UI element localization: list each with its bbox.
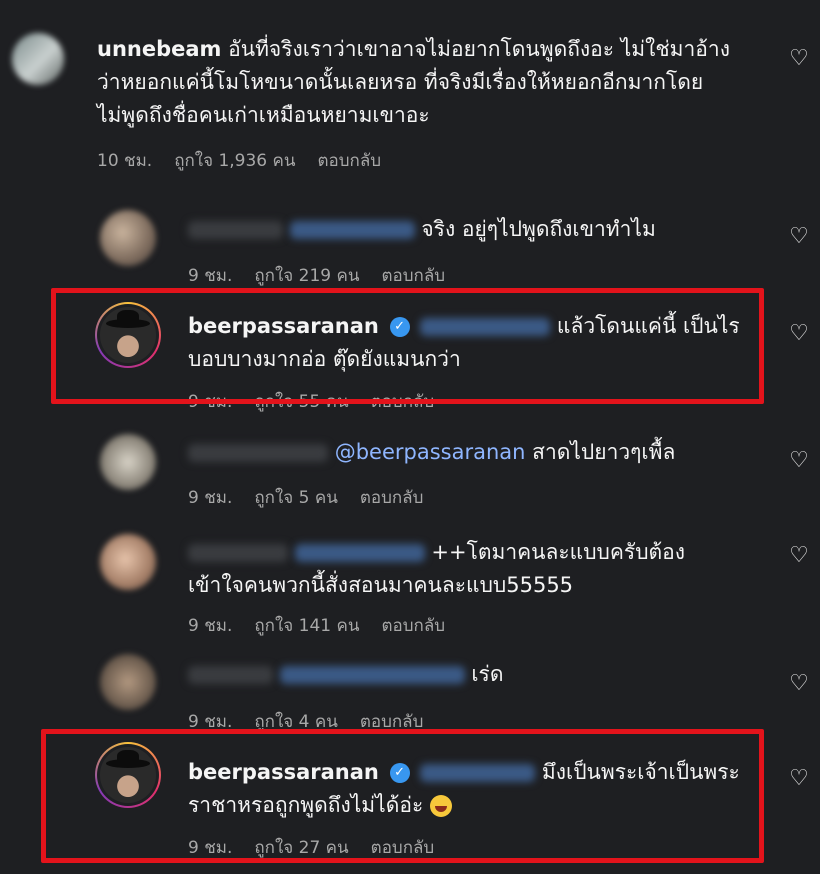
comment-meta: 9 ชม. ถูกใจ 141 คน ตอบกลับ xyxy=(188,612,445,639)
comment-text: ++โตมาคนละแบบครับต้อง เข้าใจคนพวกนี้สั่ง… xyxy=(188,536,748,602)
blurred-mention xyxy=(289,221,415,239)
blurred-username xyxy=(188,666,273,684)
comment-text: เร่ด xyxy=(188,658,748,691)
comment-body-line: เข้าใจคนพวกนี้สั่งสอนมาคนละแบบ55555 xyxy=(188,573,574,597)
comment-body-line: ++โตมาคนละแบบครับต้อง xyxy=(431,540,686,564)
reply-button[interactable]: ตอบกลับ xyxy=(381,262,445,289)
comment-meta: 10 ชม. ถูกใจ 1,936 คน ตอบกลับ xyxy=(97,147,381,174)
comment-item: จริง อยู่ๆไปพูดถึงเขาทำไม 9 ชม. ถูกใจ 21… xyxy=(0,180,820,290)
blurred-mention xyxy=(279,666,465,684)
heart-icon[interactable]: ♡ xyxy=(788,545,810,567)
comment-likes[interactable]: ถูกใจ 5 คน xyxy=(254,484,337,511)
mention-link[interactable]: @beerpassaranan xyxy=(335,440,526,464)
heart-icon[interactable]: ♡ xyxy=(788,48,810,70)
comment-username[interactable]: unnebeam xyxy=(97,37,221,61)
comment-meta: 9 ชม. ถูกใจ 219 คน ตอบกลับ xyxy=(188,262,445,289)
comment-body-line: ว่าหยอกแค่นี้โมโหขนาดนั้นเลยหรอ ที่จริงม… xyxy=(97,70,704,94)
comment-time: 9 ชม. xyxy=(188,616,233,636)
comment-body-line: จริง อยู่ๆไปพูดถึงเขาทำไม xyxy=(421,217,656,241)
comment-likes[interactable]: ถูกใจ 1,936 คน xyxy=(174,147,295,174)
comment-time: 9 ชม. xyxy=(188,266,233,286)
comment-text: unnebeam อันที่จริงเราว่าเขาอาจไม่อยากโด… xyxy=(97,33,777,132)
blurred-username xyxy=(188,221,283,239)
blurred-mention xyxy=(294,544,425,562)
reply-button[interactable]: ตอบกลับ xyxy=(381,612,445,639)
comment-text: @beerpassaranan สาดไปยาวๆเพื้ล xyxy=(188,436,748,469)
comment-text: จริง อยู่ๆไปพูดถึงเขาทำไม xyxy=(188,213,748,246)
comment-body-line: สาดไปยาวๆเพื้ล xyxy=(532,440,676,464)
comment-meta: 9 ชม. ถูกใจ 5 คน ตอบกลับ xyxy=(188,484,423,511)
comment-time: 9 ชม. xyxy=(188,488,233,508)
highlight-box xyxy=(51,288,764,404)
heart-icon[interactable]: ♡ xyxy=(788,226,810,248)
comment-time: 10 ชม. xyxy=(97,151,153,171)
reply-button[interactable]: ตอบกลับ xyxy=(360,484,424,511)
avatar[interactable] xyxy=(100,534,156,590)
heart-icon[interactable]: ♡ xyxy=(788,450,810,472)
blurred-username xyxy=(188,444,328,462)
comment-item: unnebeam อันที่จริงเราว่าเขาอาจไม่อยากโด… xyxy=(0,0,820,180)
heart-icon[interactable]: ♡ xyxy=(788,323,810,345)
reply-button[interactable]: ตอบกลับ xyxy=(318,147,382,174)
comment-item: @beerpassaranan สาดไปยาวๆเพื้ล 9 ชม. ถูก… xyxy=(0,410,820,520)
comment-likes[interactable]: ถูกใจ 219 คน xyxy=(254,262,359,289)
highlight-box xyxy=(41,729,764,863)
heart-icon[interactable]: ♡ xyxy=(788,768,810,790)
comment-likes[interactable]: ถูกใจ 141 คน xyxy=(254,612,359,639)
heart-icon[interactable]: ♡ xyxy=(788,673,810,695)
comment-item: ++โตมาคนละแบบครับต้อง เข้าใจคนพวกนี้สั่ง… xyxy=(0,520,820,650)
avatar[interactable] xyxy=(12,33,64,85)
blurred-username xyxy=(188,544,288,562)
avatar[interactable] xyxy=(100,654,156,710)
avatar[interactable] xyxy=(100,210,156,266)
comment-item: เร่ด 9 ชม. ถูกใจ 4 คน ตอบกลับ ♡ xyxy=(0,650,820,732)
comment-body-line: อันที่จริงเราว่าเขาอาจไม่อยากโดนพูดถึงอะ… xyxy=(228,37,730,61)
avatar[interactable] xyxy=(100,434,156,490)
comment-body-line: เร่ด xyxy=(471,662,504,686)
comment-body-line: ไม่พูดถึงชื่อคนเก่าเหมือนหยามเขาอะ xyxy=(97,103,430,127)
